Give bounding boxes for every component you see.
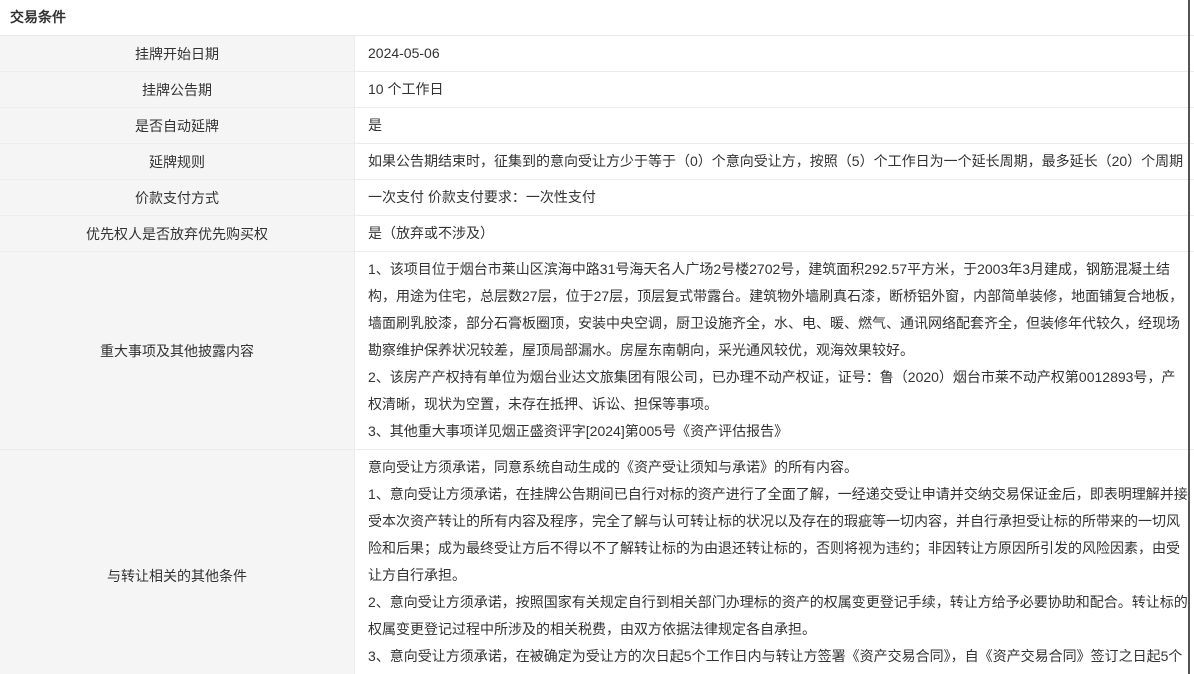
value-paragraph: 10 个工作日 [368, 76, 1188, 103]
value-paragraph: 2、意向受让方须承诺，按照国家有关规定自行到相关部门办理标的资产的权属变更登记手… [368, 589, 1188, 643]
transaction-conditions-page: 交易条件 挂牌开始日期2024-05-06挂牌公告期10 个工作日是否自动延牌是… [0, 0, 1194, 674]
table-row: 与转让相关的其他条件意向受让方须承诺，同意系统自动生成的《资产受让须知与承诺》的… [0, 450, 1194, 674]
value-paragraph: 是（放弃或不涉及） [368, 220, 1188, 247]
value-paragraph: 1、该项目位于烟台市莱山区滨海中路31号海天名人广场2号楼2702号，建筑面积2… [368, 256, 1188, 364]
row-label: 价款支付方式 [0, 180, 355, 215]
row-label: 延牌规则 [0, 144, 355, 179]
table-row: 延牌规则如果公告期结束时，征集到的意向受让方少于等于（0）个意向受让方，按照（5… [0, 144, 1194, 180]
table-row: 挂牌公告期 10 个工作日 [0, 72, 1194, 108]
row-value: 如果公告期结束时，征集到的意向受让方少于等于（0）个意向受让方，按照（5）个工作… [355, 144, 1194, 179]
value-paragraph: 3、意向受让方须承诺，在被确定为受让方的次日起5个工作日内与转让方签署《资产交易… [368, 643, 1188, 674]
row-value: 2024-05-06 [355, 36, 1194, 71]
table-row: 价款支付方式一次支付 价款支付要求：一次性支付 [0, 180, 1194, 216]
row-value: 是 [355, 108, 1194, 143]
conditions-table: 挂牌开始日期2024-05-06挂牌公告期10 个工作日是否自动延牌是延牌规则如… [0, 36, 1194, 674]
row-label: 是否自动延牌 [0, 108, 355, 143]
value-paragraph: 如果公告期结束时，征集到的意向受让方少于等于（0）个意向受让方，按照（5）个工作… [368, 148, 1188, 175]
right-edge-divider [1188, 0, 1190, 674]
value-paragraph: 是 [368, 112, 1188, 139]
table-row: 优先权人是否放弃优先购买权是（放弃或不涉及） [0, 216, 1194, 252]
value-paragraph: 2、该房产产权持有单位为烟台业达文旅集团有限公司，已办理不动产权证，证号：鲁（2… [368, 364, 1188, 418]
row-label: 挂牌公告期 [0, 72, 355, 107]
row-value: 一次支付 价款支付要求：一次性支付 [355, 180, 1194, 215]
table-row: 重大事项及其他披露内容1、该项目位于烟台市莱山区滨海中路31号海天名人广场2号楼… [0, 252, 1194, 450]
value-paragraph: 意向受让方须承诺，同意系统自动生成的《资产受让须知与承诺》的所有内容。 [368, 454, 1188, 481]
table-row: 挂牌开始日期 2024-05-06 [0, 36, 1194, 72]
row-label: 与转让相关的其他条件 [0, 450, 355, 674]
row-value: 10 个工作日 [355, 72, 1194, 107]
section-title: 交易条件 [0, 0, 1194, 36]
row-value: 意向受让方须承诺，同意系统自动生成的《资产受让须知与承诺》的所有内容。1、意向受… [355, 450, 1194, 674]
row-label: 挂牌开始日期 [0, 36, 355, 71]
row-value: 1、该项目位于烟台市莱山区滨海中路31号海天名人广场2号楼2702号，建筑面积2… [355, 252, 1194, 449]
row-label: 重大事项及其他披露内容 [0, 252, 355, 449]
value-paragraph: 一次支付 价款支付要求：一次性支付 [368, 184, 1188, 211]
row-label: 优先权人是否放弃优先购买权 [0, 216, 355, 251]
row-value: 是（放弃或不涉及） [355, 216, 1194, 251]
value-paragraph: 1、意向受让方须承诺，在挂牌公告期间已自行对标的资产进行了全面了解，一经递交受让… [368, 481, 1188, 589]
table-row: 是否自动延牌是 [0, 108, 1194, 144]
value-paragraph: 3、其他重大事项详见烟正盛资评字[2024]第005号《资产评估报告》 [368, 418, 1188, 445]
value-paragraph: 2024-05-06 [368, 40, 1188, 67]
